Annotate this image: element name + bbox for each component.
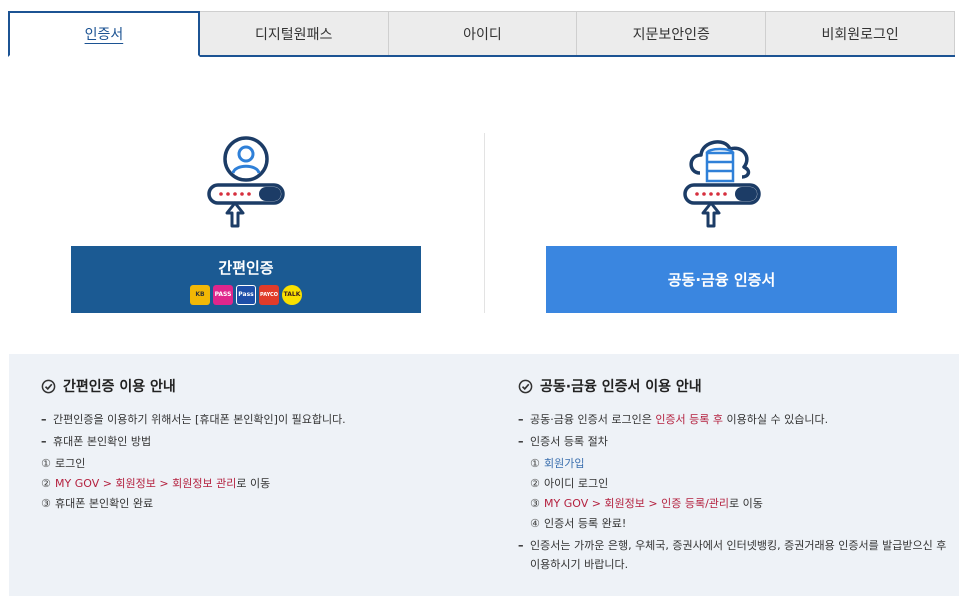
guide-line: – 간편인증을 이용하기 위해서는 [휴대폰 본인확인]이 필요합니다.	[41, 413, 346, 426]
tab-label: 비회원로그인	[821, 26, 899, 43]
step-text: 로 이동	[236, 477, 271, 490]
step-text: 인증서 등록 완료!	[544, 517, 627, 530]
certificate-guide: 공동·금융 인증서 이용 안내 – 공동·금융 인증서 로그인은 인증서 등록 후…	[518, 376, 948, 580]
tab-fingerprint[interactable]: 지문보안인증	[576, 11, 767, 55]
step-text: 휴대폰 본인확인 완료	[55, 497, 154, 510]
tab-label: 지문보안인증	[632, 26, 710, 43]
guide-title-text: 공동·금융 인증서 이용 안내	[540, 379, 702, 395]
guide-step: ① 회원가입	[518, 456, 948, 472]
step-number: ①	[41, 457, 51, 470]
user-password-icon	[207, 136, 285, 228]
guide-text: 휴대폰 본인확인 방법	[53, 435, 152, 448]
certificate-login-button[interactable]: 공동·금융 인증서	[546, 246, 897, 313]
payco-logo-icon: PAYCO	[259, 284, 279, 305]
certificate-label: 공동·금융 인증서	[667, 271, 776, 289]
simple-auth-guide: 간편인증 이용 안내 – 간편인증을 이용하기 위해서는 [휴대폰 본인확인]이 …	[41, 376, 481, 516]
step-number: ④	[530, 517, 540, 530]
guide-line: – 공동·금융 인증서 로그인은 인증서 등록 후 이용하실 수 있습니다.	[518, 413, 829, 426]
step-text: 아이디 로그인	[544, 477, 609, 490]
simple-auth-button[interactable]: 간편인증 KB PASS Pass PAYCO TALK	[71, 246, 421, 313]
option-divider	[484, 133, 485, 313]
step-number: ②	[41, 477, 51, 490]
guide-text: 간편인증을 이용하기 위해서는 [휴대폰 본인확인]이 필요합니다.	[53, 413, 346, 426]
guide-line: – 인증서는 가까운 은행, 우체국, 증권사에서 인터넷뱅킹, 증권거래용 인증…	[518, 536, 948, 574]
check-circle-icon	[518, 379, 533, 393]
guide-text: 공동·금융 인증서 로그인은	[530, 413, 656, 426]
guide-title: 공동·금융 인증서 이용 안내	[518, 376, 948, 396]
guide-step: ③ 휴대폰 본인확인 완료	[41, 496, 481, 512]
step-number: ①	[530, 457, 540, 470]
kb-logo-icon: KB	[190, 284, 210, 305]
guide-step: ② MY GOV > 회원정보 > 회원정보 관리 로 이동	[41, 476, 481, 492]
tab-digital-onepass[interactable]: 디지털원패스	[198, 11, 389, 55]
cloud-database-icon	[683, 140, 761, 228]
menu-path: MY GOV > 회원정보 > 인증 등록/관리	[544, 497, 730, 510]
step-number: ③	[530, 497, 540, 510]
signup-link[interactable]: 회원가입	[544, 456, 584, 472]
tab-guest-login[interactable]: 비회원로그인	[765, 11, 955, 55]
guide-highlight: 인증서 등록 후	[655, 413, 724, 426]
tab-label: 디지털원패스	[255, 26, 333, 43]
tab-label: 인증서	[84, 27, 124, 43]
step-text: 로 이동	[729, 497, 763, 510]
guide-line: – 휴대폰 본인확인 방법	[41, 435, 152, 448]
guide-line: – 인증서 등록 절차	[518, 435, 608, 448]
usage-guide-panel: 간편인증 이용 안내 – 간편인증을 이용하기 위해서는 [휴대폰 본인확인]이 …	[9, 354, 959, 596]
tab-label: 아이디	[463, 26, 502, 43]
guide-step: ④ 인증서 등록 완료!	[518, 516, 948, 532]
tab-certificate[interactable]: 인증서	[8, 11, 200, 57]
guide-step: ② 아이디 로그인	[518, 476, 948, 492]
auth-app-logos: KB PASS Pass PAYCO TALK	[190, 284, 302, 305]
pass-logo-icon: PASS	[213, 284, 233, 305]
guide-title-text: 간편인증 이용 안내	[63, 379, 176, 395]
login-tabs: 인증서 디지털원패스 아이디 지문보안인증 비회원로그인	[8, 11, 955, 57]
simple-auth-label: 간편인증	[218, 258, 274, 277]
kakao-logo-icon: TALK	[282, 284, 302, 305]
guide-step: ③ MY GOV > 회원정보 > 인증 등록/관리 로 이동	[518, 496, 948, 512]
guide-text: 인증서 등록 절차	[530, 435, 608, 448]
step-number: ③	[41, 497, 51, 510]
guide-step: ① 로그인	[41, 456, 481, 472]
guide-text: 인증서는 가까운 은행, 우체국, 증권사에서 인터넷뱅킹, 증권거래용 인증서…	[530, 539, 947, 571]
menu-path: MY GOV > 회원정보 > 회원정보 관리	[55, 477, 237, 490]
guide-title: 간편인증 이용 안내	[41, 376, 481, 396]
step-number: ②	[530, 477, 540, 490]
tab-id[interactable]: 아이디	[387, 11, 578, 55]
step-text: 로그인	[55, 457, 86, 470]
samsung-pass-logo-icon: Pass	[236, 284, 256, 305]
guide-text: 이용하실 수 있습니다.	[723, 413, 829, 426]
check-circle-icon	[41, 379, 56, 393]
